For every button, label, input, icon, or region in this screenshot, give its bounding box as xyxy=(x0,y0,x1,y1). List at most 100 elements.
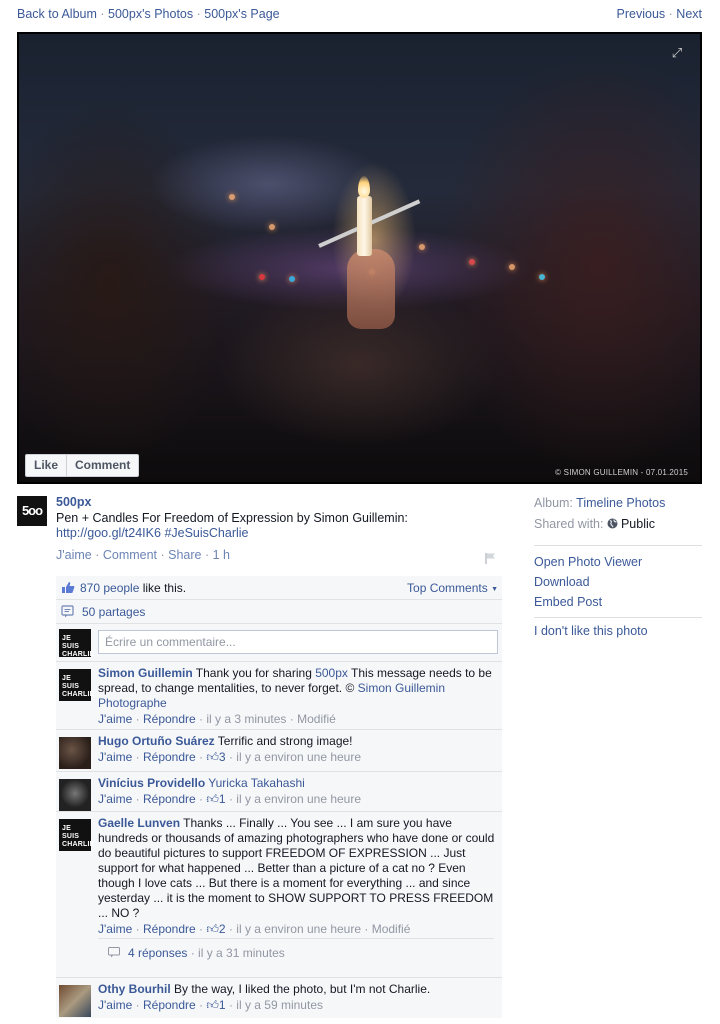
next-photo-link[interactable]: Next xyxy=(676,7,702,21)
separator: · xyxy=(100,7,109,21)
candle xyxy=(357,196,372,256)
comment-likes-count[interactable]: 👍︎3 xyxy=(206,750,225,764)
comment-time[interactable]: il y a environ une heure xyxy=(236,792,361,806)
flame xyxy=(358,176,370,198)
mention-link[interactable]: Yuricka Takahashi xyxy=(208,776,305,790)
post-comment-link[interactable]: Comment xyxy=(103,548,157,562)
post-share-link[interactable]: Share xyxy=(168,548,201,562)
comment-likes-count[interactable]: 👍︎1 xyxy=(206,998,225,1012)
reply-icon xyxy=(108,947,120,958)
comment-reply-link[interactable]: Répondre xyxy=(143,750,196,764)
comment-button[interactable]: Comment xyxy=(66,455,138,476)
breadcrumb: Back to Album · 500px's Photos · 500px's… xyxy=(17,7,280,21)
like-button[interactable]: Like xyxy=(26,455,66,476)
comment-body: Simon Guillemin Thank you for sharing 50… xyxy=(98,666,498,727)
edited-label[interactable]: Modifié xyxy=(297,712,336,726)
top-comments-dropdown[interactable]: Top Comments ▼ xyxy=(407,581,498,595)
comment-text-part: Thank you for sharing xyxy=(192,666,316,680)
edited-label[interactable]: Modifié xyxy=(372,922,411,936)
download-link[interactable]: Download xyxy=(534,575,590,589)
commenter-avatar[interactable]: JE SUIS CHARLIE xyxy=(59,819,94,851)
expand-icon[interactable]: ⤢ xyxy=(670,46,684,60)
album-info: Album: Timeline Photos xyxy=(534,496,665,510)
comment-reply-link[interactable]: Répondre xyxy=(143,998,196,1012)
shares-link[interactable]: 50 partages xyxy=(82,605,145,619)
comment-composer: JE SUIS CHARLIE xyxy=(56,624,502,662)
feedback-section: 870 people like this. Top Comments ▼ 50 … xyxy=(56,576,502,1018)
comment-reply-link[interactable]: Répondre xyxy=(143,712,196,726)
comment-body: Othy Bourhil By the way, I liked the pho… xyxy=(98,982,498,1013)
hashtag-link[interactable]: #JeSuisCharlie xyxy=(164,526,248,540)
post-caption: Pen + Candles For Freedom of Expression … xyxy=(56,511,408,525)
page-avatar[interactable]: 5oo xyxy=(17,496,47,526)
commenter-name[interactable]: Hugo Ortuño Suárez xyxy=(98,734,215,748)
commenter-name[interactable]: Simon Guillemin xyxy=(98,666,193,680)
privacy-value[interactable]: Public xyxy=(621,517,655,531)
comment-like-link[interactable]: J'aime xyxy=(98,712,132,726)
comment-like-link[interactable]: J'aime xyxy=(98,998,132,1012)
page-link[interactable]: 500px's Page xyxy=(204,7,279,21)
page-photos-link[interactable]: 500px's Photos xyxy=(108,7,193,21)
commenter-avatar[interactable]: JE SUIS CHARLIE xyxy=(59,669,94,701)
pager: Previous · Next xyxy=(617,7,702,21)
flag-icon[interactable] xyxy=(485,552,497,565)
comment-likes-value: 1 xyxy=(218,792,226,806)
mention-link[interactable]: 500px xyxy=(315,666,348,680)
comment-text: Simon Guillemin Thank you for sharing 50… xyxy=(98,666,498,711)
comment-like-link[interactable]: J'aime xyxy=(98,792,132,806)
dot: · xyxy=(157,548,169,562)
comment-meta: J'aime · Répondre · 👍︎1 · il y a environ… xyxy=(98,792,362,806)
back-to-album-link[interactable]: Back to Album xyxy=(17,7,97,21)
post-author[interactable]: 500px xyxy=(56,495,91,509)
comment-time[interactable]: il y a environ une heure xyxy=(236,750,361,764)
commenter-avatar[interactable] xyxy=(59,985,91,1017)
comment-time[interactable]: il y a 59 minutes xyxy=(236,998,323,1012)
embed-post-link[interactable]: Embed Post xyxy=(534,595,602,609)
globe-icon xyxy=(607,518,618,529)
comment-meta: J'aime · Répondre · 👍︎1 · il y a 59 minu… xyxy=(98,998,323,1012)
replies-row[interactable]: 4 réponses · il y a 31 minutes xyxy=(98,938,494,964)
comment-like-link[interactable]: J'aime xyxy=(98,922,132,936)
dislike-photo-link[interactable]: I don't like this photo xyxy=(534,624,648,638)
comment-item: JE SUIS CHARLIE Simon Guillemin Thank yo… xyxy=(56,662,502,730)
comment-text-part: Thanks ... Finally ... You see ... I am … xyxy=(98,816,495,920)
post-text: Pen + Candles For Freedom of Expression … xyxy=(56,511,466,541)
open-photo-viewer-link[interactable]: Open Photo Viewer xyxy=(534,555,642,569)
comment-item: Vinícius Providello Yuricka Takahashi J'… xyxy=(56,772,502,812)
comment-likes-count[interactable]: 👍︎1 xyxy=(206,792,225,806)
user-avatar: JE SUIS CHARLIE xyxy=(59,629,94,658)
replies-count-link[interactable]: 4 réponses xyxy=(128,946,187,960)
dot: · xyxy=(201,548,213,562)
commenter-name[interactable]: Gaelle Lunven xyxy=(98,816,180,830)
commenter-avatar[interactable] xyxy=(59,737,91,769)
album-link[interactable]: Timeline Photos xyxy=(576,496,665,510)
comment-likes-value: 2 xyxy=(218,922,226,936)
likes-count-link[interactable]: 870 people xyxy=(80,581,139,595)
comment-reply-link[interactable]: Répondre xyxy=(143,792,196,806)
comment-input[interactable] xyxy=(98,630,498,654)
caret-down-icon: ▼ xyxy=(491,586,498,593)
thumbs-up-icon xyxy=(62,582,75,593)
post-time-link[interactable]: 1 h xyxy=(213,548,230,562)
comment-like-link[interactable]: J'aime xyxy=(98,750,132,764)
previous-photo-link[interactable]: Previous xyxy=(617,7,666,21)
commenter-avatar[interactable] xyxy=(59,779,91,811)
comment-meta: J'aime · Répondre · 👍︎3 · il y a environ… xyxy=(98,750,362,764)
comment-meta: J'aime · Répondre · 👍︎2 · il y a environ… xyxy=(98,922,411,936)
post-like-link[interactable]: J'aime xyxy=(56,548,92,562)
comment-time[interactable]: il y a environ une heure xyxy=(236,922,361,936)
commenter-name[interactable]: Othy Bourhil xyxy=(98,982,171,996)
commenter-name[interactable]: Vinícius Providello xyxy=(98,776,205,790)
post-actions: J'aime · Comment · Share · 1 h xyxy=(56,548,230,562)
privacy-info: Shared with: Public xyxy=(534,517,655,531)
comment-item: Othy Bourhil By the way, I liked the pho… xyxy=(56,978,502,1018)
comment-item: JE SUIS CHARLIE Gaelle Lunven Thanks ...… xyxy=(56,812,502,978)
likes-row: 870 people like this. Top Comments ▼ xyxy=(56,576,502,600)
post-link[interactable]: http://goo.gl/t24IK6 xyxy=(56,526,161,540)
comment-time[interactable]: il y a 3 minutes xyxy=(206,712,286,726)
top-comments-label: Top Comments xyxy=(407,581,488,595)
comment-likes-count[interactable]: 👍︎2 xyxy=(206,922,225,936)
comment-reply-link[interactable]: Répondre xyxy=(143,922,196,936)
main-photo[interactable]: ⤢ © SIMON GUILLEMIN - 07.01.2015 Like Co… xyxy=(19,34,700,482)
small-thumb-icon: 👍︎ xyxy=(206,922,219,936)
